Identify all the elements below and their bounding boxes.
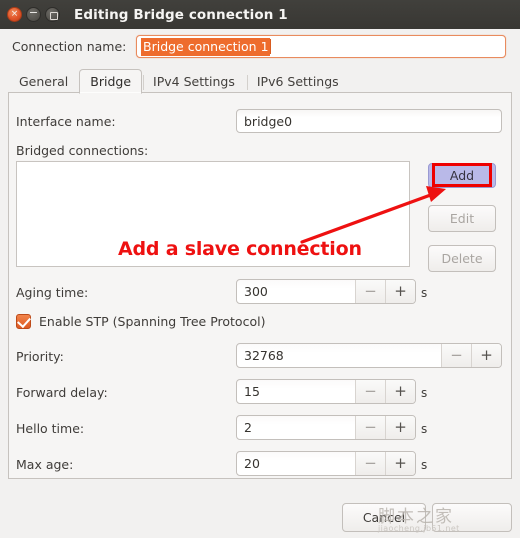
minimize-glyph: − — [28, 6, 39, 19]
aging-time-unit: s — [421, 286, 428, 300]
maximize-icon[interactable] — [45, 7, 60, 22]
forward-delay-increment-button[interactable]: + — [385, 380, 415, 403]
close-glyph: × — [10, 9, 19, 19]
priority-increment-button[interactable]: + — [471, 344, 501, 367]
forward-delay-label: Forward delay: — [16, 385, 108, 400]
delete-button[interactable]: Delete — [428, 245, 496, 272]
tab-bar: General Bridge IPv4 Settings IPv6 Settin… — [8, 68, 512, 94]
enable-stp-label: Enable STP (Spanning Tree Protocol) — [39, 314, 266, 329]
edit-button-label: Edit — [449, 211, 475, 226]
interface-name-label: Interface name: — [16, 114, 116, 129]
maximize-glyph — [49, 11, 58, 20]
tab-ipv4-settings[interactable]: IPv4 Settings — [142, 69, 246, 94]
priority-value[interactable]: 32768 — [237, 344, 441, 367]
priority-spinner[interactable]: 32768 − + — [236, 343, 502, 368]
tab-general[interactable]: General — [8, 69, 79, 94]
watermark-url: jiaocheng.jb51.net — [378, 524, 460, 533]
forward-delay-unit: s — [421, 386, 428, 400]
connection-name-input[interactable]: Bridge connection 1 — [136, 35, 506, 58]
hello-time-unit: s — [421, 422, 428, 436]
hello-time-spinner[interactable]: 2 − + — [236, 415, 416, 440]
hello-time-decrement-button[interactable]: − — [355, 416, 385, 439]
checkmark-icon — [17, 313, 31, 329]
interface-name-input[interactable]: bridge0 — [236, 109, 502, 133]
aging-time-increment-button[interactable]: + — [385, 280, 415, 303]
priority-decrement-button[interactable]: − — [441, 344, 471, 367]
tab-general-label: General — [19, 74, 69, 89]
max-age-value[interactable]: 20 — [237, 452, 355, 475]
tab-bridge-label: Bridge — [90, 74, 132, 89]
window-controls: × − — [7, 7, 60, 22]
hello-time-value[interactable]: 2 — [237, 416, 355, 439]
close-icon[interactable]: × — [7, 7, 22, 22]
max-age-label: Max age: — [16, 457, 74, 472]
aging-time-value[interactable]: 300 — [237, 280, 355, 303]
forward-delay-decrement-button[interactable]: − — [355, 380, 385, 403]
interface-name-value: bridge0 — [244, 113, 293, 129]
annotation-label: Add a slave connection — [118, 238, 362, 260]
connection-name-value: Bridge connection 1 — [141, 37, 270, 56]
editing-bridge-connection-window: × − Editing Bridge connection 1 Connecti… — [0, 0, 520, 538]
hello-time-label: Hello time: — [16, 421, 85, 436]
add-button-highlight-annotation — [432, 163, 492, 187]
window-title: Editing Bridge connection 1 — [74, 6, 288, 23]
aging-time-spinner[interactable]: 300 − + — [236, 279, 416, 304]
enable-stp-checkbox[interactable] — [16, 313, 31, 329]
tab-ipv6-settings-label: IPv6 Settings — [256, 74, 339, 89]
edit-button[interactable]: Edit — [428, 205, 496, 232]
tab-ipv6-settings[interactable]: IPv6 Settings — [246, 69, 350, 94]
forward-delay-value[interactable]: 15 — [237, 380, 355, 403]
connection-name-label: Connection name: — [12, 39, 127, 54]
forward-delay-spinner[interactable]: 15 − + — [236, 379, 416, 404]
max-age-decrement-button[interactable]: − — [355, 452, 385, 475]
delete-button-label: Delete — [441, 251, 483, 266]
max-age-spinner[interactable]: 20 − + — [236, 451, 416, 476]
max-age-unit: s — [421, 458, 428, 472]
bridged-connections-label: Bridged connections: — [16, 143, 149, 158]
text-caret — [269, 39, 271, 54]
enable-stp-checkbox-row[interactable]: Enable STP (Spanning Tree Protocol) — [16, 313, 266, 329]
aging-time-decrement-button[interactable]: − — [355, 280, 385, 303]
tab-ipv4-settings-label: IPv4 Settings — [153, 74, 235, 89]
minimize-icon[interactable]: − — [26, 7, 41, 22]
priority-label: Priority: — [16, 349, 64, 364]
tab-bridge[interactable]: Bridge — [79, 69, 143, 94]
aging-time-label: Aging time: — [16, 285, 89, 300]
max-age-increment-button[interactable]: + — [385, 452, 415, 475]
hello-time-increment-button[interactable]: + — [385, 416, 415, 439]
title-bar: × − Editing Bridge connection 1 — [0, 0, 520, 29]
